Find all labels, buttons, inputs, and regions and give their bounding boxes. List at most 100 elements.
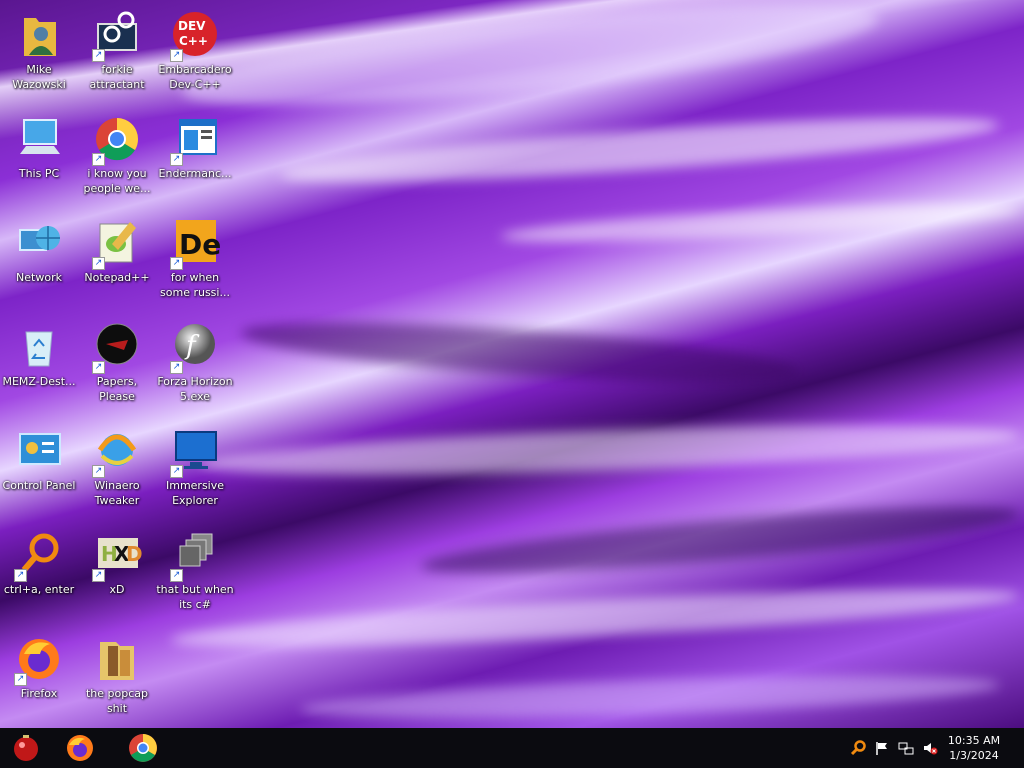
tray-volume[interactable] <box>922 740 938 756</box>
desktop-icon-de[interactable]: De ↗ for when some russi... <box>156 214 234 318</box>
popcap-folder-icon <box>92 634 142 684</box>
hxd-icon: HXD ↗ <box>92 530 143 582</box>
magnifier-icon: ↗ <box>14 530 64 582</box>
tray-network[interactable] <box>898 740 914 756</box>
user-folder-icon <box>14 10 64 60</box>
control-panel-icon <box>14 426 64 476</box>
stacked-windows-icon: ↗ <box>170 530 220 582</box>
icon-label: ctrl+a, enter <box>3 583 75 596</box>
icon-label: Mike Wazowski <box>12 63 66 91</box>
winaero-icon: ↗ <box>92 426 142 478</box>
wallpaper-streak <box>279 104 1001 196</box>
tray-action-center[interactable] <box>874 740 890 756</box>
desktop-icon-devcpp[interactable]: DEV C++ ↗ Embarcadero Dev-C++ <box>156 6 234 110</box>
desktop-icon-ctrl-a-enter[interactable]: ↗ ctrl+a, enter <box>0 526 78 630</box>
icon-label: Winaero Tweaker <box>94 479 140 507</box>
icon-label: MEMZ-Dest... <box>2 375 76 388</box>
desktop-icon-memz[interactable]: MEMZ-Dest... <box>0 318 78 422</box>
firefox-icon: ↗ <box>14 634 64 686</box>
shortcut-arrow-icon: ↗ <box>92 153 105 166</box>
icon-label: Notepad++ <box>84 271 150 284</box>
volume-muted-icon <box>924 743 938 755</box>
wallpaper-streak <box>299 667 1001 727</box>
network-icon <box>14 218 64 268</box>
desktop-icon-chrome-shortcut[interactable]: ↗ i know you people we... <box>78 110 156 214</box>
svg-text:C++: C++ <box>179 34 208 48</box>
shortcut-arrow-icon: ↗ <box>14 673 27 686</box>
start-orb-icon <box>14 735 38 761</box>
flag-icon <box>876 742 887 755</box>
shortcut-arrow-icon: ↗ <box>92 257 105 270</box>
taskbar: 10:35 AM 1/3/2024 <box>0 728 1024 768</box>
svg-text:De: De <box>179 228 220 261</box>
tray-search-icon[interactable] <box>850 740 866 756</box>
shortcut-arrow-icon: ↗ <box>14 569 27 582</box>
desktop-icon-mike-wazowski[interactable]: Mike Wazowski <box>0 6 78 110</box>
shortcut-arrow-icon: ↗ <box>92 569 105 582</box>
notepadpp-icon: ↗ <box>92 218 142 270</box>
chrome-icon: ↗ <box>92 114 142 166</box>
icon-label: that but when its c# <box>156 583 234 611</box>
papers-please-icon: ↗ <box>92 322 142 374</box>
shortcut-arrow-icon: ↗ <box>170 465 183 478</box>
desktop-icon-that-but-when-its-csharp[interactable]: ↗ that but when its c# <box>156 526 234 630</box>
shortcut-arrow-icon: ↗ <box>170 153 183 166</box>
icon-label: Control Panel <box>2 479 76 492</box>
desktop-icon-winaero-tweaker[interactable]: ↗ Winaero Tweaker <box>78 422 156 526</box>
taskbar-chrome-button[interactable] <box>127 732 159 764</box>
desktop[interactable]: Mike Wazowski This PC Network MEMZ-Dest.… <box>0 0 1024 728</box>
shortcut-arrow-icon: ↗ <box>170 257 183 270</box>
svg-text:D: D <box>126 542 142 566</box>
desktop-icon-notepad-plus-plus[interactable]: ↗ Notepad++ <box>78 214 156 318</box>
devcpp-icon: DEV C++ ↗ <box>170 10 220 62</box>
clock-time: 10:35 AM <box>947 734 1001 747</box>
icon-label: Forza Horizon 5.exe <box>157 375 233 403</box>
start-button[interactable] <box>10 732 42 764</box>
desktop-icon-popcap-folder[interactable]: the popcap shit <box>78 630 156 728</box>
wallpaper-streak <box>169 577 1021 659</box>
desktop-icon-forza-horizon[interactable]: f ↗ Forza Horizon 5.exe <box>156 318 234 422</box>
search-icon <box>850 740 866 756</box>
desktop-icon-forkie-attractant[interactable]: ↗ forkie attractant <box>78 6 156 110</box>
shortcut-arrow-icon: ↗ <box>92 361 105 374</box>
desktop-icon-this-pc[interactable]: This PC <box>0 110 78 214</box>
desktop-icon-control-panel[interactable]: Control Panel <box>0 422 78 526</box>
icon-label: xD <box>109 583 125 596</box>
gear-monitor-icon: ↗ <box>92 10 142 62</box>
shortcut-arrow-icon: ↗ <box>92 49 105 62</box>
icon-label: Endermanc... <box>158 167 232 180</box>
window-app-icon: ↗ <box>170 114 220 166</box>
desktop-icon-network[interactable]: Network <box>0 214 78 318</box>
svg-text:DEV: DEV <box>178 19 206 33</box>
taskbar-firefox-button[interactable] <box>64 732 96 764</box>
flash-icon: f ↗ <box>170 322 220 374</box>
icon-label: forkie attractant <box>89 63 145 91</box>
shortcut-arrow-icon: ↗ <box>170 49 183 62</box>
firefox-icon <box>67 735 93 761</box>
network-tray-icon <box>898 742 914 755</box>
desktop-icon-endermanch[interactable]: ↗ Endermanc... <box>156 110 234 214</box>
wallpaper-streak <box>499 196 1021 250</box>
icon-label: Network <box>16 271 62 284</box>
icon-label: for when some russi... <box>160 271 230 299</box>
icon-label: Papers, Please <box>96 375 138 403</box>
shortcut-arrow-icon: ↗ <box>92 465 105 478</box>
monitor-icon: ↗ <box>170 426 220 478</box>
desktop-icon-immersive-explorer[interactable]: ↗ Immersive Explorer <box>156 422 234 526</box>
computer-icon <box>14 114 64 164</box>
taskbar-clock[interactable]: 10:35 AM 1/3/2024 <box>942 733 1006 763</box>
wallpaper-streak <box>178 0 882 127</box>
desktop-icon-xd[interactable]: HXD ↗ xD <box>78 526 156 630</box>
chrome-icon <box>129 734 157 762</box>
shortcut-arrow-icon: ↗ <box>170 569 183 582</box>
icon-label: the popcap shit <box>85 687 148 715</box>
de-icon: De ↗ <box>170 218 221 270</box>
icon-label: i know you people we... <box>83 167 151 195</box>
icon-label: This PC <box>18 167 60 180</box>
wallpaper-streak <box>419 493 1021 587</box>
desktop-icon-papers-please[interactable]: ↗ Papers, Please <box>78 318 156 422</box>
icon-label: Firefox <box>20 687 58 700</box>
recycle-bin-icon <box>14 322 64 372</box>
shortcut-arrow-icon: ↗ <box>170 361 183 374</box>
desktop-icon-firefox[interactable]: ↗ Firefox <box>0 630 78 728</box>
